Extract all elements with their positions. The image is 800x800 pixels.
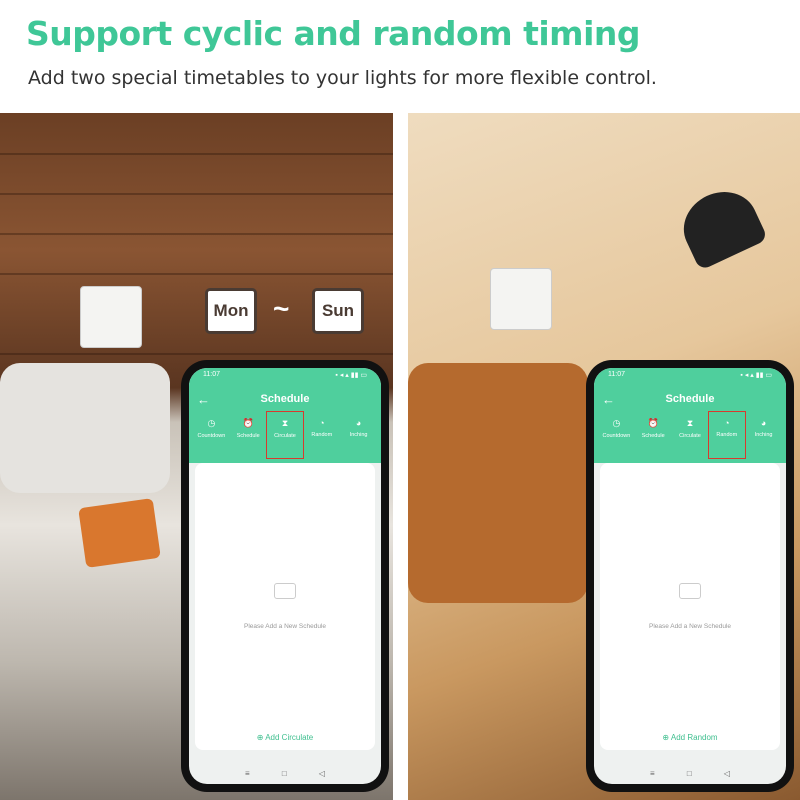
header-title: Schedule bbox=[665, 393, 715, 405]
back-icon[interactable]: ◁ bbox=[724, 769, 730, 778]
add-random-button[interactable]: ⊕ Add Random bbox=[600, 733, 780, 742]
status-time: 11:07 bbox=[203, 371, 220, 378]
back-arrow-icon[interactable]: ← bbox=[197, 392, 210, 407]
calendar-sun: Sun bbox=[312, 288, 364, 334]
clock-icon: ◷ bbox=[612, 418, 621, 428]
clock-icon: ◷ bbox=[207, 418, 216, 428]
timer-icon: ◕ bbox=[355, 418, 362, 428]
smart-plug bbox=[490, 268, 552, 330]
alarm-icon: ⏰ bbox=[242, 418, 254, 428]
empty-box-icon bbox=[274, 583, 296, 599]
tab-inching[interactable]: ◕ Inching bbox=[746, 416, 782, 458]
subheadline: Add two special timetables to your light… bbox=[28, 67, 657, 89]
headline: Support cyclic and random timing bbox=[26, 14, 641, 53]
schedule-card: Please Add a New Schedule ⊕ Add Circulat… bbox=[195, 463, 375, 750]
empty-text: Please Add a New Schedule bbox=[243, 623, 327, 630]
lamp bbox=[672, 180, 769, 271]
empty-text: Please Add a New Schedule bbox=[648, 623, 732, 630]
add-circulate-button[interactable]: ⊕ Add Circulate bbox=[195, 733, 375, 742]
status-icons: ▪ ◂ ▴ ▮▮ ▭ bbox=[740, 372, 772, 379]
schedule-card: Please Add a New Schedule ⊕ Add Random bbox=[600, 463, 780, 750]
tab-circulate[interactable]: ⧗ Circulate bbox=[672, 416, 708, 458]
header-title: Schedule bbox=[260, 393, 310, 405]
menu-icon[interactable]: ≡ bbox=[245, 769, 250, 778]
hourglass-icon: ⧗ bbox=[281, 418, 289, 428]
android-nav: ≡ □ ◁ bbox=[189, 769, 381, 778]
status-time: 11:07 bbox=[608, 371, 625, 378]
hourglass-icon: ⧗ bbox=[686, 418, 694, 428]
tab-countdown[interactable]: ◷ Countdown bbox=[193, 416, 229, 458]
tab-random[interactable]: ◔ Random bbox=[304, 416, 340, 458]
smart-plug bbox=[80, 286, 142, 348]
tab-schedule[interactable]: ⏰ Schedule bbox=[635, 416, 671, 458]
tab-random[interactable]: ◔ Random bbox=[707, 411, 746, 459]
tab-inching[interactable]: ◕ Inching bbox=[341, 416, 377, 458]
calendar-separator: ~ bbox=[273, 293, 290, 324]
tab-circulate[interactable]: ⧗ Circulate bbox=[265, 411, 304, 459]
empty-box-icon bbox=[679, 583, 701, 599]
back-icon[interactable]: ◁ bbox=[319, 769, 325, 778]
stopwatch-icon: ◔ bbox=[319, 418, 325, 428]
back-arrow-icon[interactable]: ← bbox=[602, 392, 615, 407]
android-nav: ≡ □ ◁ bbox=[594, 769, 786, 778]
home-icon[interactable]: □ bbox=[282, 769, 287, 778]
tab-schedule[interactable]: ⏰ Schedule bbox=[230, 416, 266, 458]
stopwatch-icon: ◔ bbox=[724, 418, 730, 428]
menu-icon[interactable]: ≡ bbox=[650, 769, 655, 778]
timer-icon: ◕ bbox=[760, 418, 767, 428]
phone-random: 11:07 ▪ ◂ ▴ ▮▮ ▭ ← Schedule ◷ Countdown ⏰ Sc… bbox=[586, 360, 794, 792]
status-icons: ▪ ◂ ▴ ▮▮ ▭ bbox=[335, 372, 367, 379]
alarm-icon: ⏰ bbox=[647, 418, 659, 428]
calendar-mon: Mon bbox=[205, 288, 257, 334]
tab-countdown[interactable]: ◷ Countdown bbox=[598, 416, 634, 458]
home-icon[interactable]: □ bbox=[687, 769, 692, 778]
phone-circulate: 11:07 ▪ ◂ ▴ ▮▮ ▭ ← Schedule ◷ Countdown ⏰ Sc… bbox=[181, 360, 389, 792]
